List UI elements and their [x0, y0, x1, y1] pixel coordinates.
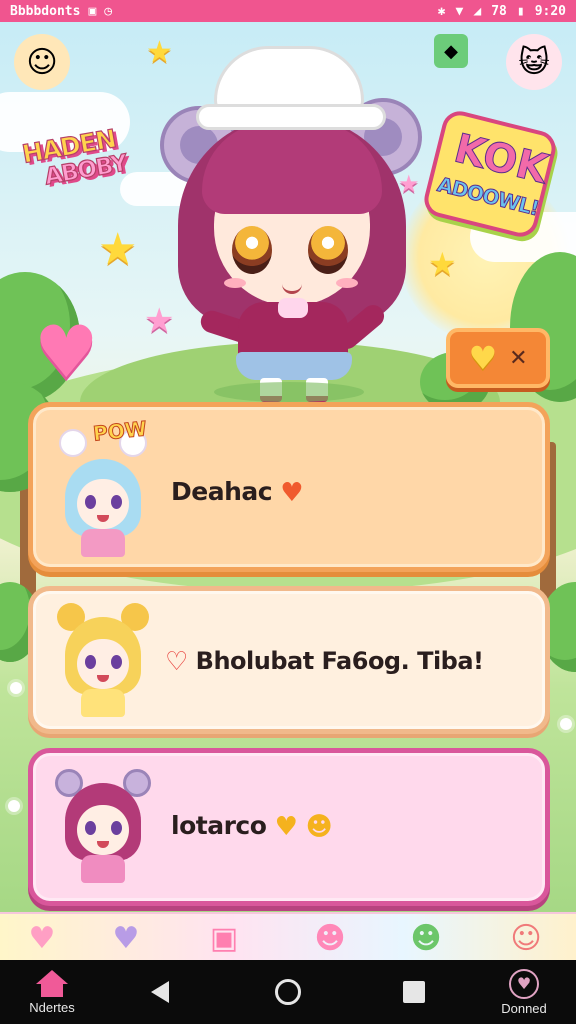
home-circle-icon: [275, 979, 301, 1005]
character-card-2[interactable]: ♡ Bholubat Fa6og. Tiba!: [28, 586, 550, 734]
back-button[interactable]: [140, 960, 180, 1024]
avatar-eye: [85, 495, 96, 509]
battery-level: 78: [491, 3, 507, 19]
card-label: lotarco ♥ ☻: [171, 811, 333, 842]
bluetooth-icon: ✱: [437, 3, 446, 19]
avatar-ear: [59, 429, 87, 457]
wifi-icon: ▼: [455, 3, 464, 19]
green-frog-icon[interactable]: ☻: [406, 920, 446, 958]
heart-face-icon: ♥: [280, 478, 304, 508]
card-label: Deahac ♥: [171, 477, 304, 508]
heart-icon[interactable]: ♥: [22, 920, 62, 958]
card-1-label: Deahac: [171, 477, 273, 506]
avatar-body: [81, 529, 125, 557]
recents-icon: [403, 981, 425, 1003]
message-icon: ▣: [88, 3, 97, 19]
blonde-kid-icon: ☺: [14, 34, 70, 90]
status-time: 9:20: [534, 3, 566, 19]
battery-icon: ▮: [516, 3, 525, 19]
card-label: ♡ Bholubat Fa6og. Tiba!: [165, 647, 484, 675]
pink-blob-icon[interactable]: ☻: [310, 920, 350, 958]
carrier-text: Bbbbdonts: [10, 3, 81, 19]
nav-home-tab[interactable]: Ndertes: [14, 960, 90, 1024]
avatar-body: [81, 689, 125, 717]
card-3-label: lotarco: [171, 811, 267, 840]
nav-right-label: Donned: [501, 1000, 547, 1016]
character-skirt: [236, 352, 352, 380]
home-button[interactable]: [268, 960, 308, 1024]
clock-icon: ◷: [104, 3, 113, 19]
back-icon: [151, 981, 169, 1003]
pink-heart-icon: ♥: [34, 310, 99, 394]
purple-heart-icon[interactable]: ♥: [106, 920, 146, 958]
nav-left-label: Ndertes: [29, 999, 75, 1015]
flower: [560, 718, 572, 730]
star-icon: ★: [428, 245, 457, 283]
card-2-label: Bholubat Fa6og. Tiba!: [195, 647, 484, 675]
heart-outline-icon: ♡: [165, 647, 188, 677]
character-blush: [224, 278, 246, 288]
status-bar: Bbbbdonts ▣ ◷ ✱ ▼ ◢ 78 ▮ 9:20: [0, 0, 576, 22]
character-hat-band: [196, 104, 386, 130]
cat-face-icon: 😺: [506, 34, 562, 90]
avatar-eye: [111, 495, 122, 509]
home-icon: [36, 969, 68, 998]
pink-bear-icon[interactable]: ▣: [204, 920, 244, 958]
cat-icon[interactable]: ☺: [506, 920, 546, 958]
character-eye: [232, 226, 272, 274]
green-tag-icon: ◆: [434, 34, 468, 68]
character-bangs: [202, 122, 382, 214]
star-icon: ★: [98, 224, 138, 275]
avatar-pink-hair: [55, 765, 151, 885]
character-card-3[interactable]: lotarco ♥ ☻: [28, 748, 550, 906]
character-blush: [336, 278, 358, 288]
character-card-1[interactable]: POW Deahac ♥: [28, 402, 550, 572]
avatar-eye: [111, 655, 122, 669]
heart-close-button[interactable]: ♥ ✕: [446, 328, 550, 388]
avatar-eye: [111, 821, 122, 835]
smile-face-icon: ☻: [305, 812, 333, 842]
avatar-body: [81, 855, 125, 883]
recents-button[interactable]: [394, 960, 434, 1024]
navigation-bar: Ndertes ♥ Donned: [0, 960, 576, 1024]
character-eye: [308, 226, 348, 274]
signal-icon: ◢: [473, 3, 482, 19]
character-bow: [278, 298, 308, 318]
flower: [8, 800, 20, 812]
character-shadow: [214, 382, 364, 402]
bottom-icon-strip: ♥ ♥ ▣ ☻ ☻ ☺: [0, 912, 576, 960]
flower: [10, 682, 22, 694]
yellow-heart-icon: ♥: [468, 339, 498, 377]
nav-donned-tab[interactable]: ♥ Donned: [486, 960, 562, 1024]
close-icon: ✕: [509, 345, 528, 371]
avatar-blonde: [55, 599, 151, 719]
main-character[interactable]: [156, 46, 426, 406]
avatar-eye: [85, 655, 96, 669]
avatar-eye: [85, 821, 96, 835]
smile-heart-icon: ♥: [274, 812, 298, 842]
donned-icon: ♥: [509, 968, 539, 999]
